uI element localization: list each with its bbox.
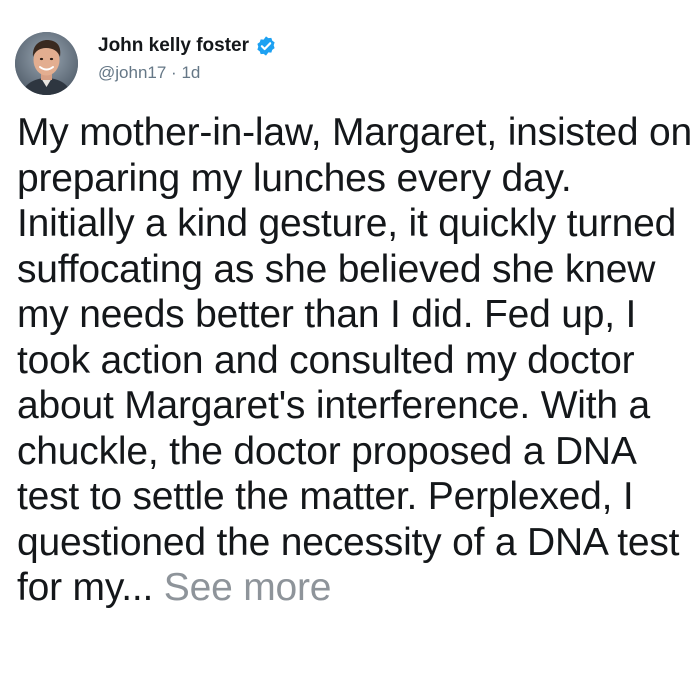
tweet-card: John kelly foster @john17 · 1d My mother…: [0, 0, 700, 700]
author-name-row: John kelly foster: [98, 34, 277, 58]
meta-separator: ·: [171, 63, 182, 82]
avatar[interactable]: [15, 32, 78, 95]
tweet-timestamp[interactable]: 1d: [181, 63, 200, 82]
author-display-name[interactable]: John kelly foster: [98, 34, 249, 58]
author-handle-row: @john17 · 1d: [98, 62, 200, 84]
avatar-photo-icon: [15, 32, 78, 95]
tweet-body-text: My mother-in-law, Margaret, insisted on …: [17, 111, 692, 609]
author-handle[interactable]: @john17: [98, 63, 166, 82]
tweet-body: My mother-in-law, Margaret, insisted on …: [17, 110, 693, 611]
verified-badge-icon: [255, 35, 277, 57]
see-more-link[interactable]: See more: [164, 566, 332, 609]
